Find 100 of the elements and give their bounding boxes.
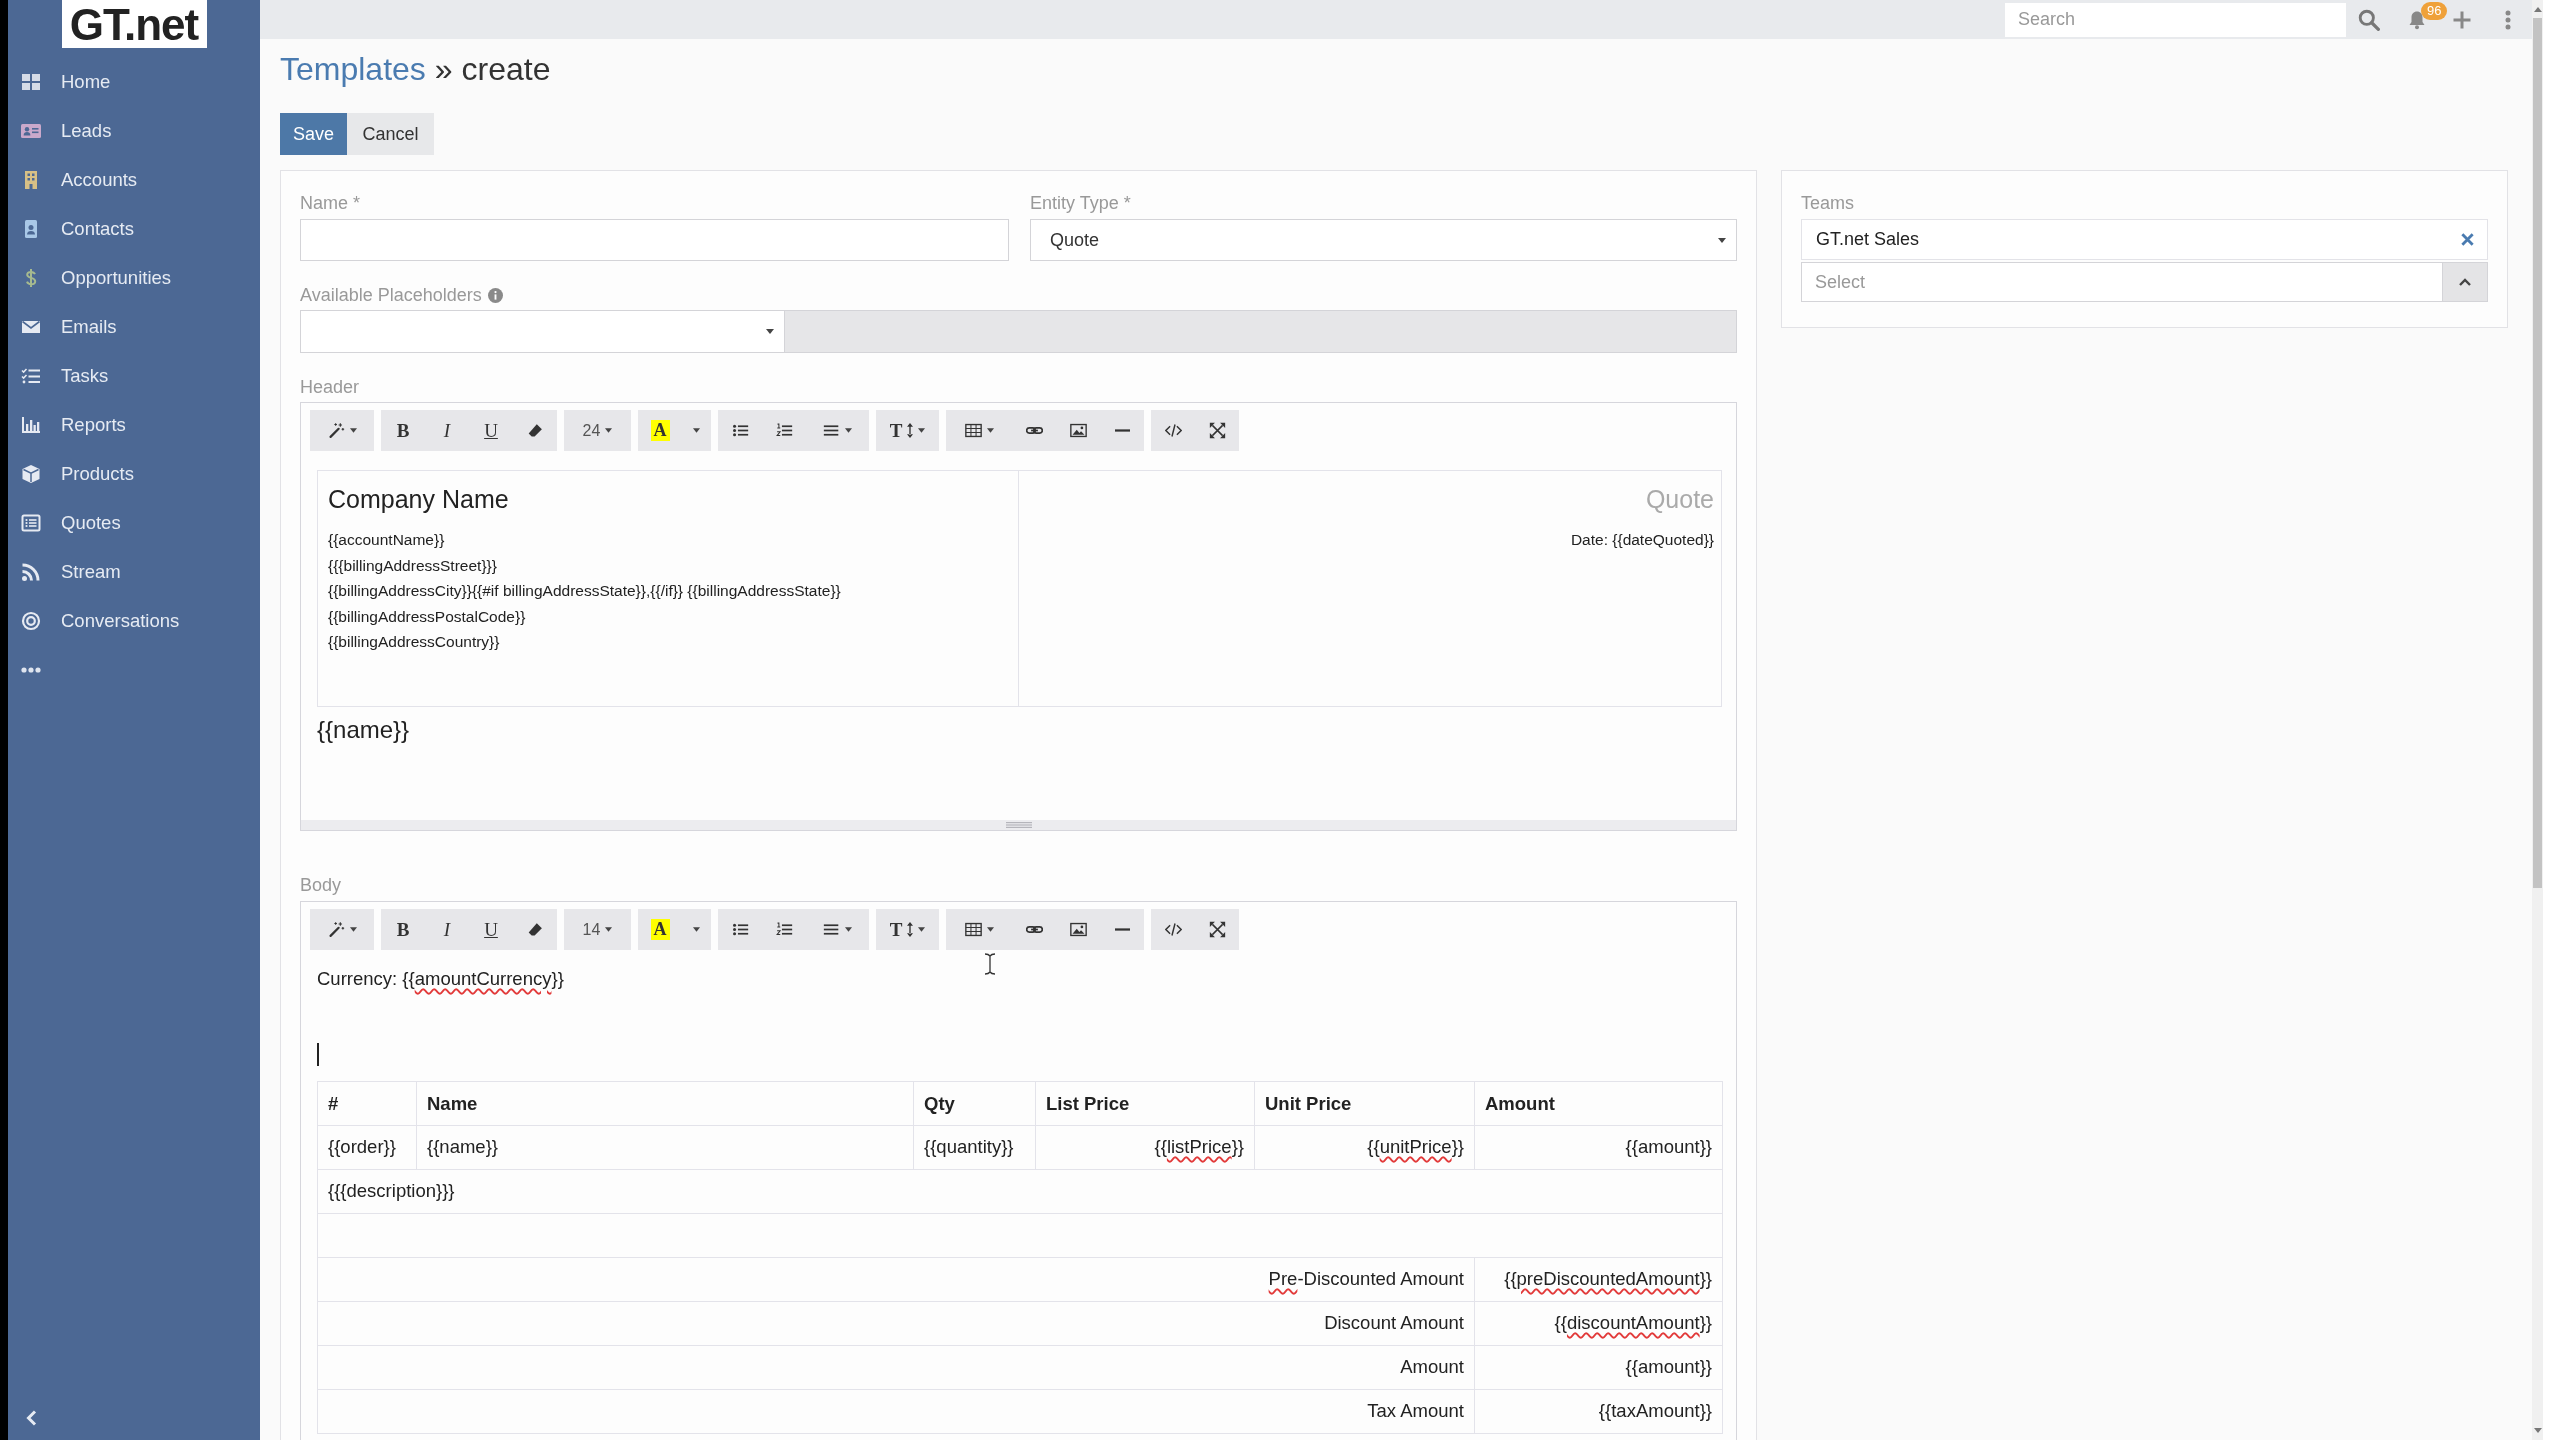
table-cell: {{discountAmount}} <box>1474 1301 1723 1346</box>
table-cell: {{amount}} <box>1474 1125 1723 1170</box>
sidebar-item[interactable]: Accounts <box>8 155 260 204</box>
field-label: Body <box>300 874 343 896</box>
sidebar-item[interactable]: Tasks <box>8 351 260 400</box>
table-cell: Amount <box>317 1345 1475 1390</box>
caret-down-icon <box>918 428 926 433</box>
sidebar-item[interactable]: Products <box>8 449 260 498</box>
sidebar-item[interactable]: Quotes <box>8 498 260 547</box>
italic-button[interactable]: I <box>425 410 469 451</box>
placeholder-text: {{billingAddressCountry}} <box>328 632 501 652</box>
line-height-button[interactable]: T <box>876 410 939 451</box>
underline-button[interactable]: U <box>469 410 513 451</box>
logo[interactable]: GT.net <box>61 0 207 48</box>
search-field[interactable]: Search <box>2005 2 2346 37</box>
name-input[interactable] <box>300 219 1009 261</box>
team-select-field[interactable]: Select <box>1801 262 2442 302</box>
bold-button[interactable]: B <box>381 410 425 451</box>
sidebar-item[interactable]: Conversations <box>8 596 260 645</box>
search-icon[interactable] <box>2358 8 2380 31</box>
placeholder-text: {{accountName}} <box>328 530 446 550</box>
horizontal-rule-button[interactable] <box>1100 909 1144 950</box>
bullet-list-button[interactable] <box>718 909 762 950</box>
field-label: Teams <box>1801 192 1855 214</box>
template-heading: Quote <box>1644 484 1714 514</box>
up-down-arrow-icon <box>907 423 914 438</box>
font-size-button[interactable]: 14 <box>564 909 631 950</box>
scroll-up-icon[interactable] <box>2533 7 2542 12</box>
code-view-button[interactable] <box>1151 410 1195 451</box>
plus-icon[interactable] <box>2452 9 2472 30</box>
horizontal-line-icon <box>1114 429 1130 432</box>
more-icon[interactable] <box>21 667 41 673</box>
table-cell: Pre-Discounted Amount <box>317 1257 1475 1302</box>
entity-type-select[interactable]: Quote <box>1030 219 1737 261</box>
code-view-button[interactable] <box>1151 909 1195 950</box>
align-button[interactable] <box>806 909 869 950</box>
field-label: Entity Type * <box>1030 192 1132 214</box>
bold-button[interactable]: B <box>381 909 425 950</box>
bullet-list-button[interactable] <box>718 410 762 451</box>
caret-down-icon <box>845 428 852 433</box>
info-icon[interactable] <box>487 287 503 303</box>
list-box-icon <box>21 512 41 533</box>
style-button[interactable] <box>310 909 374 950</box>
fullscreen-button[interactable] <box>1195 410 1239 451</box>
font-size-button[interactable]: 24 <box>564 410 631 451</box>
notification-badge: 96 <box>2421 1 2448 20</box>
clear-format-button[interactable] <box>513 909 557 950</box>
breadcrumb-link[interactable]: Templates <box>280 49 426 89</box>
i-beam-cursor-icon <box>984 953 996 975</box>
line-height-button[interactable]: T <box>876 909 939 950</box>
caret-down-icon <box>918 927 926 932</box>
table-button[interactable] <box>946 909 1012 950</box>
bullet-list-icon <box>731 422 749 439</box>
close-icon[interactable] <box>2460 232 2475 247</box>
cancel-button[interactable]: Cancel <box>347 113 434 155</box>
table-cell: Tax Amount <box>317 1389 1475 1434</box>
sidebar-item[interactable]: Home <box>8 57 260 106</box>
color-menu-button[interactable] <box>682 410 711 451</box>
sidebar-item[interactable]: Opportunities <box>8 253 260 302</box>
numbered-list-icon <box>775 422 793 439</box>
table-cell: {{name}} <box>416 1125 914 1170</box>
bell-icon[interactable] <box>2407 9 2427 30</box>
sidebar-item[interactable]: Stream <box>8 547 260 596</box>
table-button[interactable] <box>946 410 1012 451</box>
scrollbar-thumb[interactable] <box>2533 18 2542 888</box>
scroll-down-icon[interactable] <box>2533 1428 2542 1433</box>
caret-down-icon <box>693 428 700 433</box>
scrollbar[interactable] <box>2532 0 2543 1440</box>
kebab-menu-icon[interactable] <box>2505 9 2511 30</box>
placeholder-text: Date: {{dateQuoted}} <box>1569 530 1714 550</box>
clear-format-button[interactable] <box>513 410 557 451</box>
picture-icon <box>1069 921 1087 938</box>
style-button[interactable] <box>310 410 374 451</box>
underline-button[interactable]: U <box>469 909 513 950</box>
picture-icon <box>1069 422 1087 439</box>
text-color-button[interactable]: A <box>638 909 682 950</box>
eraser-icon <box>526 921 544 938</box>
up-down-arrow-icon <box>907 922 914 937</box>
table-cell: {{unitPrice}} <box>1254 1125 1475 1170</box>
chevron-left-icon[interactable] <box>26 1410 37 1426</box>
italic-button[interactable]: I <box>425 909 469 950</box>
horizontal-line-icon <box>1114 928 1130 931</box>
sidebar-item[interactable]: Leads <box>8 106 260 155</box>
sidebar-item[interactable]: Emails <box>8 302 260 351</box>
code-icon <box>1164 921 1182 938</box>
table-cell: {{listPrice}} <box>1035 1125 1255 1170</box>
table-cell: {{preDiscountedAmount}} <box>1474 1257 1723 1302</box>
fullscreen-button[interactable] <box>1195 909 1239 950</box>
field-label: Name * <box>300 192 362 214</box>
rss-icon <box>21 561 41 582</box>
dropdown-toggle-button[interactable] <box>2442 262 2488 302</box>
table-header-cell: Name <box>416 1081 914 1126</box>
text-color-button[interactable]: A <box>638 410 682 451</box>
sidebar-item[interactable]: Reports <box>8 400 260 449</box>
horizontal-rule-button[interactable] <box>1100 410 1144 451</box>
save-button[interactable]: Save <box>280 113 347 155</box>
template-heading: Company Name <box>328 484 510 514</box>
color-menu-button[interactable] <box>682 909 711 950</box>
align-button[interactable] <box>806 410 869 451</box>
sidebar-item[interactable]: Contacts <box>8 204 260 253</box>
